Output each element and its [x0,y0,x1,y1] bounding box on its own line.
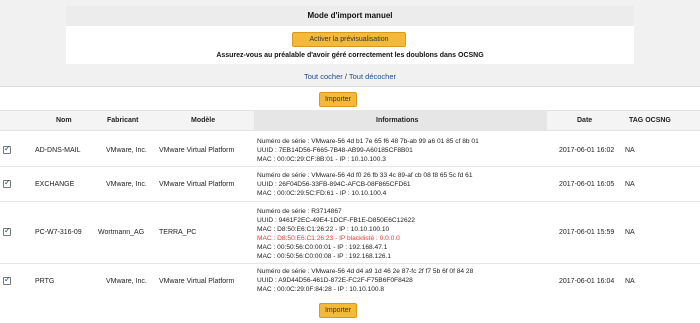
row-info: Numéro de série : VMware-56 4d b1 7e 65 … [257,137,479,164]
row-model: TERRA_PC [159,229,197,236]
row-checkbox[interactable] [3,226,11,236]
row-name: PC-W7-316-09 [35,229,82,236]
info-line: Numéro de série : VMware-56 4d f0 26 fb … [257,172,473,179]
duplicates-warning: Assurez-vous au préalable d'avoir géré c… [216,52,484,59]
info-line: MAC : 00:0C:29:CF:8B:01 - IP : 10.10.100… [257,156,386,163]
panel-title: Mode d'import manuel [66,6,634,26]
info-line: UUID : 9461F2EC-49E4-1DCF-FB1E-D850E6C12… [257,217,415,224]
info-line: UUID : A9D44D56-461D-872E-FC2F-F75B6F0F8… [257,277,413,284]
row-manufacturer: VMware, Inc. [106,278,147,285]
column-header-manufacturer[interactable]: Fabricant [107,117,139,124]
row-tag: NA [625,278,635,285]
row-checkbox[interactable] [3,178,11,188]
column-header-model[interactable]: Modèle [191,117,215,124]
row-manufacturer: Wortmann_AG [98,229,145,236]
row-divider [0,263,700,264]
info-line: UUID : 26F04D56-33FB-894C-AFCB-08F865CFD… [257,181,411,188]
row-model: VMware Virtual Platform [159,181,235,188]
column-header-date[interactable]: Date [577,117,592,124]
row-date: 2017-06-01 16:05 [559,181,615,188]
import-mode-panel: Mode d'import manuel Activer la prévisua… [66,6,634,64]
row-model: VMware Virtual Platform [159,147,235,154]
row-tag: NA [625,229,635,236]
row-divider [0,201,700,202]
info-line-blacklisted: MAC : D8:50:E6:C1:26:23 - IP blacklisté … [257,235,400,242]
enable-preview-button[interactable]: Activer la prévisualisation [292,32,406,47]
info-line: Numéro de série : VMware-56 4d b1 7e 65 … [257,138,479,145]
info-line: UUID : 7EB14D56-F665-7B48-AB99-A60185CF8… [257,147,413,154]
links-separator: / [344,72,347,81]
row-info: Numéro de série : R3714867 UUID : 9461F2… [257,207,415,261]
row-divider [0,166,700,167]
check-links: Tout cocher / Tout décocher [0,72,700,81]
info-line: MAC : 00:0C:29:5C:FD:61 - IP : 10.10.100… [257,190,387,197]
import-button-top[interactable]: Importer [319,92,357,107]
info-line: MAC : 00:50:56:C0:00:01 - IP : 192.168.4… [257,244,388,251]
info-line: Numéro de série : R3714867 [257,208,342,215]
import-button-bottom[interactable]: Importer [319,303,357,318]
row-date: 2017-06-01 16:02 [559,147,615,154]
row-manufacturer: VMware, Inc. [106,181,147,188]
row-name: AD-DNS-MAIL [35,147,81,154]
row-checkbox[interactable] [3,275,11,285]
row-info: Numéro de série : VMware-56 4d d4 a9 1d … [257,267,473,294]
check-all-link[interactable]: Tout cocher [304,72,343,81]
info-line: MAC : 00:50:56:C0:00:08 - IP : 192.168.1… [257,253,392,260]
uncheck-all-link[interactable]: Tout décocher [349,72,396,81]
info-line: MAC : D8:50:E6:C1:26:22 - IP : 10.10.100… [257,226,390,233]
row-tag: NA [625,181,635,188]
row-checkbox[interactable] [3,144,11,154]
row-date: 2017-06-01 15:59 [559,229,615,236]
column-header-info[interactable]: Informations [376,117,418,124]
column-header-tag[interactable]: TAG OCSNG [629,117,671,124]
row-name: EXCHANGE [35,181,75,188]
row-info: Numéro de série : VMware-56 4d f0 26 fb … [257,171,473,198]
column-header-name[interactable]: Nom [56,117,72,124]
row-name: PRTG [35,278,55,285]
row-date: 2017-06-01 16:04 [559,278,615,285]
row-tag: NA [625,147,635,154]
row-model: VMware Virtual Platform [159,278,235,285]
row-manufacturer: VMware, Inc. [106,147,147,154]
info-line: Numéro de série : VMware-56 4d d4 a9 1d … [257,268,474,275]
info-line: MAC : 00:0C:29:0F:84:28 - IP : 10.10.100… [257,286,385,293]
